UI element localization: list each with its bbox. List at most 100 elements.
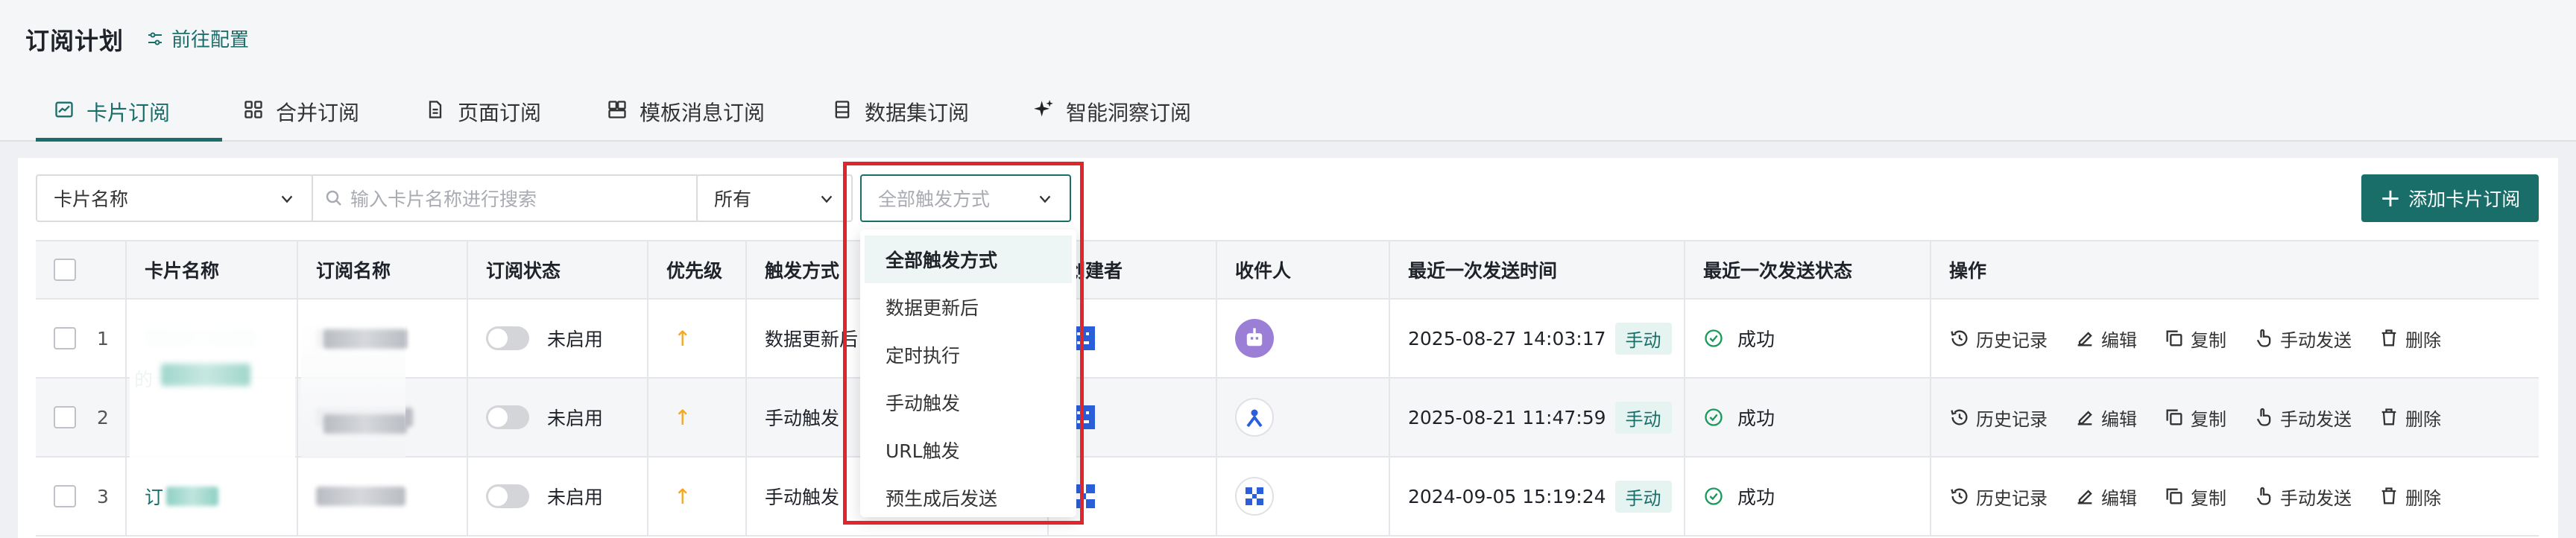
config-link[interactable]: 前往配置	[146, 25, 249, 52]
copy-button[interactable]: 复制	[2164, 405, 2226, 431]
last-send-time: 2025-08-27 14:03:17	[1408, 327, 1606, 349]
action-label: 手动发送	[2280, 408, 2352, 430]
blurred-subscription-name	[316, 487, 405, 506]
row-checkbox[interactable]	[54, 406, 76, 428]
status-success-label: 成功	[1737, 408, 1775, 429]
subscription-table: 卡片名称 订阅名称 订阅状态 优先级 触发方式 创建者 收件人 最近一次发送时间…	[36, 240, 2539, 537]
dropdown-option-manual[interactable]: 手动触发	[865, 379, 1072, 426]
manual-send-button[interactable]: 手动发送	[2253, 405, 2352, 431]
action-label: 编辑	[2101, 329, 2137, 351]
search-placeholder: 输入卡片名称进行搜索	[350, 189, 537, 210]
actions-cell: 历史记录 编辑 复制 手动发送 删除	[1930, 379, 2539, 456]
blurred-subscription-name	[323, 329, 407, 349]
blurred-card-name	[161, 364, 250, 386]
card-name-cell[interactable]: 订	[125, 458, 297, 535]
history-icon	[1951, 488, 1968, 504]
send-type-tag: 手动	[1614, 322, 1672, 355]
subscription-name-cell	[297, 458, 467, 535]
select-all-checkbox[interactable]	[54, 259, 76, 281]
table-row[interactable]: 1 未启用 ↑ 数据更新后 2025-08-27 14:03:17 手动 成功 …	[36, 300, 2539, 379]
status-toggle[interactable]	[486, 484, 529, 508]
trigger-type-select[interactable]: 全部触发方式	[860, 174, 1071, 222]
page-title: 订阅计划	[25, 27, 124, 55]
recipient-avatar	[1235, 398, 1274, 437]
tab-template-subscription[interactable]: 模板消息订阅	[589, 89, 817, 142]
status-select[interactable]: 所有	[696, 174, 853, 222]
row-number: 2	[97, 406, 109, 428]
add-card-subscription-button[interactable]: + 添加卡片订阅	[2361, 174, 2539, 222]
tab-merged-subscription[interactable]: 合并订阅	[222, 89, 405, 142]
delete-button[interactable]: 删除	[2378, 405, 2441, 431]
plus-icon: +	[2379, 183, 2402, 213]
history-button[interactable]: 历史记录	[1949, 326, 2048, 352]
column-header: 订阅状态	[467, 241, 647, 298]
trash-icon	[2381, 329, 2396, 346]
dropdown-option-all[interactable]: 全部触发方式	[865, 235, 1072, 283]
row-number: 1	[97, 327, 109, 349]
delete-button[interactable]: 删除	[2378, 326, 2441, 352]
status-success-label: 成功	[1737, 329, 1775, 350]
table-header-row: 卡片名称 订阅名称 订阅状态 优先级 触发方式 创建者 收件人 最近一次发送时间…	[36, 241, 2539, 300]
tab-dataset-subscription[interactable]: 数据集订阅	[817, 89, 1020, 142]
dropdown-option-scheduled[interactable]: 定时执行	[865, 331, 1072, 379]
action-label: 复制	[2191, 487, 2226, 509]
pixel-avatar-icon	[1246, 487, 1263, 505]
search-icon	[326, 190, 341, 206]
status-label: 未启用	[547, 487, 604, 508]
status-toggle[interactable]	[486, 326, 529, 350]
chevron-down-icon	[1039, 195, 1051, 203]
trigger-type-dropdown: 全部触发方式 数据更新后 定时执行 手动触发 URL触发 预生成后发送	[860, 230, 1076, 517]
trash-icon	[2381, 487, 2396, 504]
history-button[interactable]: 历史记录	[1949, 484, 2048, 510]
edit-button[interactable]: 编辑	[2074, 405, 2137, 431]
status-label: 未启用	[547, 408, 604, 429]
history-button[interactable]: 历史记录	[1949, 405, 2048, 431]
copy-button[interactable]: 复制	[2164, 326, 2226, 352]
action-label: 历史记录	[1976, 487, 2048, 509]
hand-pointer-icon	[2256, 329, 2271, 347]
status-label: 未启用	[547, 329, 604, 350]
tab-label: 卡片订阅	[86, 101, 171, 125]
delete-button[interactable]: 删除	[2378, 484, 2441, 510]
table-row[interactable]: 3 订 未启用 ↑ 手动触发 2024-09-05 15:19:24 手动 成功…	[36, 458, 2539, 537]
tab-page-subscription[interactable]: 页面订阅	[405, 89, 589, 142]
tab-insight-subscription[interactable]: 智能洞察订阅	[1020, 89, 1213, 142]
field-select[interactable]: 卡片名称	[36, 174, 313, 222]
edit-button[interactable]: 编辑	[2074, 484, 2137, 510]
last-send-status-cell: 成功	[1684, 458, 1930, 535]
last-send-time: 2025-08-21 11:47:59	[1408, 406, 1606, 428]
blurred-card-name	[166, 487, 219, 506]
row-checkbox[interactable]	[54, 327, 76, 349]
edit-icon	[2077, 490, 2092, 504]
tab-label: 合并订阅	[276, 101, 360, 125]
tab-card-subscription[interactable]: 卡片订阅	[36, 89, 222, 142]
check-circle-icon	[1705, 487, 1723, 505]
dropdown-option-send-after-pregen[interactable]: 预生成后发送	[865, 474, 1072, 522]
chevron-down-icon	[821, 195, 833, 203]
tab-label: 页面订阅	[458, 101, 542, 125]
priority-up-icon: ↑	[674, 484, 692, 509]
settings-sliders-icon	[148, 32, 162, 45]
dropdown-option-url[interactable]: URL触发	[865, 426, 1072, 474]
template-icon	[608, 101, 626, 118]
send-type-tag: 手动	[1614, 480, 1672, 513]
tab-label: 数据集订阅	[865, 101, 970, 125]
priority-up-icon: ↑	[674, 326, 692, 351]
recipient-cell	[1216, 300, 1389, 377]
send-type-tag: 手动	[1614, 401, 1672, 434]
column-header: 最近一次发送时间	[1389, 241, 1684, 298]
copy-button[interactable]: 复制	[2164, 484, 2226, 510]
manual-send-button[interactable]: 手动发送	[2253, 484, 2352, 510]
dropdown-option-after-data-update[interactable]: 数据更新后	[865, 283, 1072, 331]
row-checkbox[interactable]	[54, 485, 76, 507]
action-label: 历史记录	[1976, 329, 2048, 351]
manual-send-button[interactable]: 手动发送	[2253, 326, 2352, 352]
page-header: 订阅计划 前往配置 卡片订阅 合并订阅 页面订阅 模板消息订阅 数据集订阅 智能…	[0, 0, 2576, 142]
action-label: 删除	[2405, 487, 2441, 509]
table-row[interactable]: 2 未启用 ↑ 手动触发 2025-08-21 11:47:59 手动 成功 历…	[36, 379, 2539, 458]
config-link-label: 前往配置	[171, 29, 250, 51]
column-header: 优先级	[647, 241, 745, 298]
status-toggle[interactable]	[486, 405, 529, 429]
search-input[interactable]: 输入卡片名称进行搜索	[312, 174, 699, 222]
edit-button[interactable]: 编辑	[2074, 326, 2137, 352]
